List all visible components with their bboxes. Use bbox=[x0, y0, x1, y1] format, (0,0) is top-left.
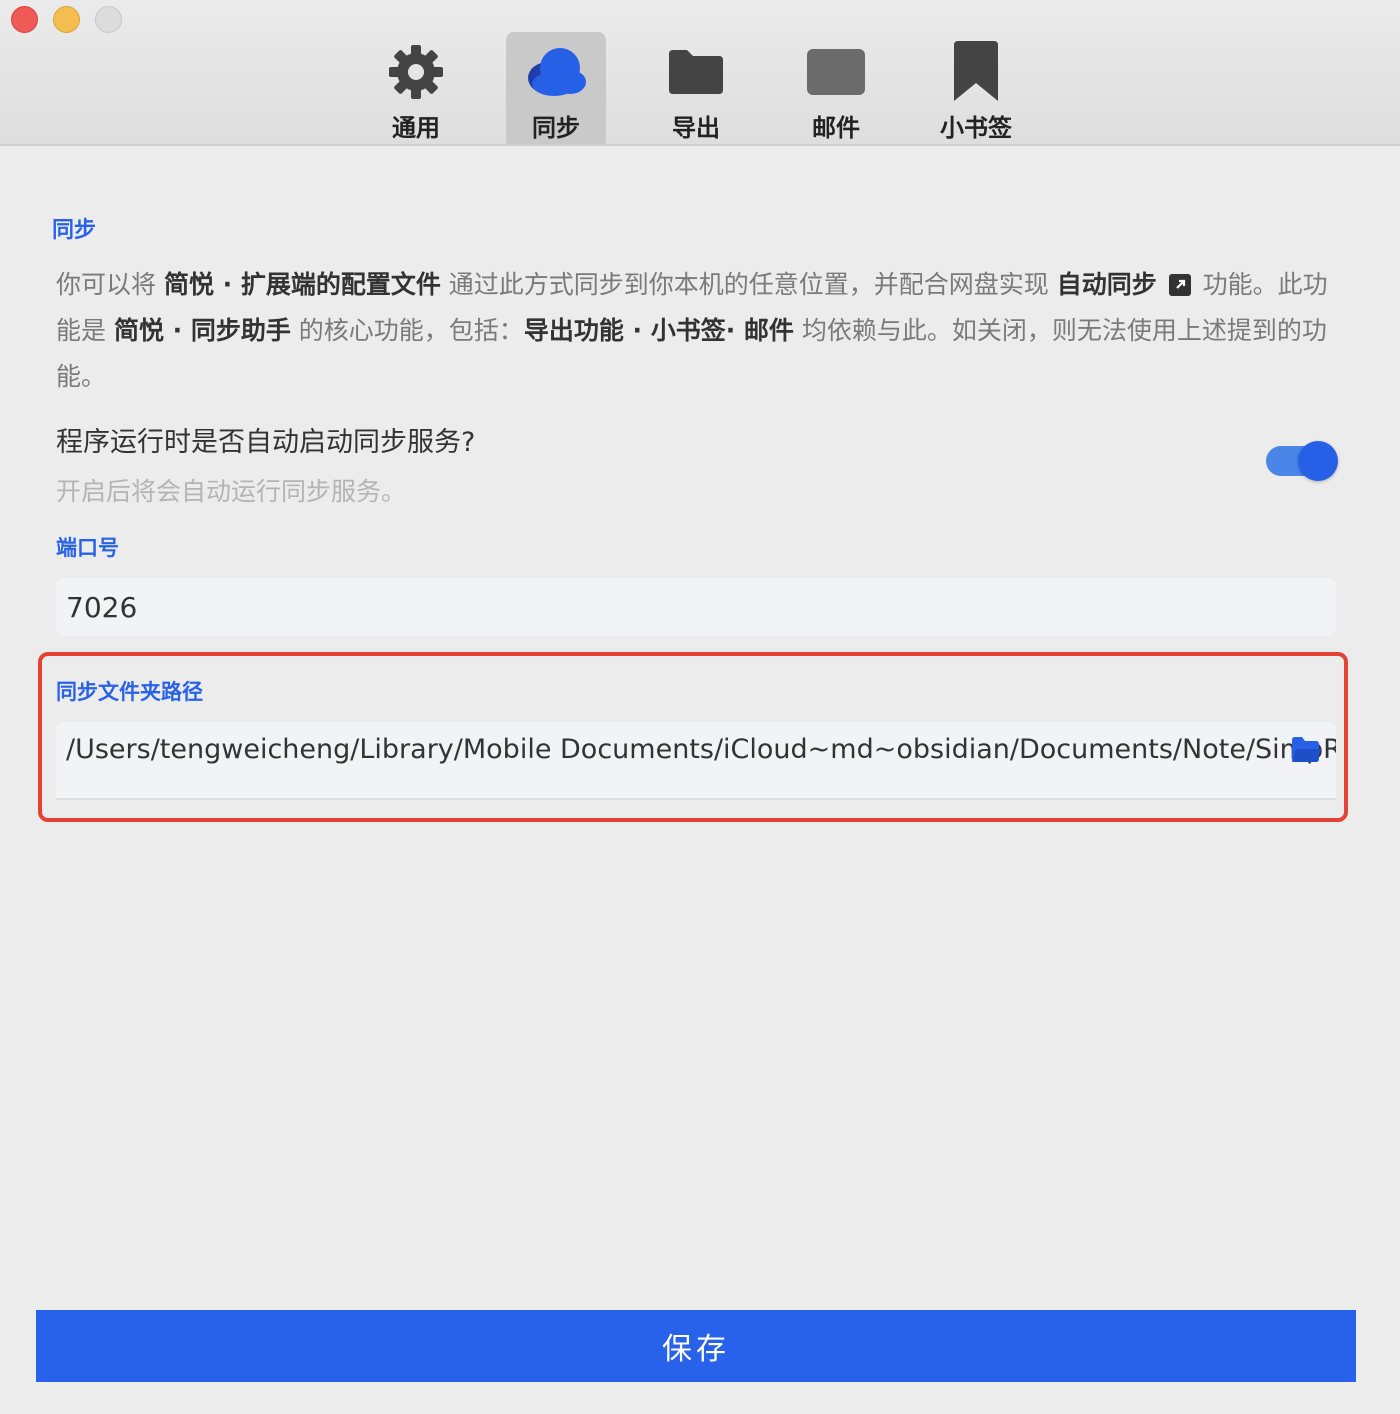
preferences-window: 通用 同步 导出 邮件 小书签 同步 你可以将 简悦 · 扩展端的配置文件 通过… bbox=[0, 0, 1400, 1414]
desc-bold: 自动同步 bbox=[1056, 270, 1157, 299]
desc-text: 通过此方式同步到你本机的任意位置，并配合网盘实现 bbox=[440, 270, 1057, 299]
sync-path-input[interactable]: /Users/tengweicheng/Library/Mobile Docum… bbox=[56, 722, 1336, 800]
autostart-question: 程序运行时是否自动启动同步服务? bbox=[56, 427, 476, 458]
tab-mail-label: 邮件 bbox=[812, 114, 860, 142]
desc-bold: 导出功能 · 小书签· 邮件 bbox=[523, 316, 794, 345]
cloud-icon bbox=[524, 40, 588, 104]
desc-text: 你可以将 bbox=[56, 270, 164, 299]
tab-sync-label: 同步 bbox=[532, 114, 580, 142]
tab-general[interactable]: 通用 bbox=[366, 32, 466, 144]
port-label: 端口号 bbox=[56, 536, 119, 560]
desc-text: 的核心功能，包括： bbox=[290, 316, 524, 345]
toolbar: 通用 同步 导出 邮件 小书签 bbox=[0, 0, 1400, 146]
bookmark-icon bbox=[944, 40, 1008, 104]
folder-icon bbox=[664, 40, 728, 104]
section-title: 同步 bbox=[52, 218, 97, 243]
autostart-toggle[interactable] bbox=[1266, 441, 1338, 481]
maximize-window-button[interactable] bbox=[95, 6, 122, 33]
toggle-knob bbox=[1298, 441, 1338, 481]
tab-export-label: 导出 bbox=[672, 114, 720, 142]
tab-general-label: 通用 bbox=[392, 114, 440, 142]
close-window-button[interactable] bbox=[11, 6, 38, 33]
gear-icon bbox=[384, 40, 448, 104]
port-value: 7026 bbox=[66, 590, 138, 624]
save-button[interactable]: 保存 bbox=[36, 1310, 1356, 1382]
open-folder-icon[interactable] bbox=[1290, 734, 1322, 764]
minimize-window-button[interactable] bbox=[53, 6, 80, 33]
sync-description: 你可以将 简悦 · 扩展端的配置文件 通过此方式同步到你本机的任意位置，并配合网… bbox=[56, 262, 1346, 400]
tab-bookmarklet-label: 小书签 bbox=[940, 114, 1012, 142]
autostart-hint: 开启后将会自动运行同步服务。 bbox=[56, 477, 407, 506]
tab-bookmarklet[interactable]: 小书签 bbox=[926, 32, 1026, 144]
port-input[interactable]: 7026 bbox=[56, 578, 1336, 636]
desc-bold: 简悦 · 同步助手 bbox=[113, 316, 291, 345]
mail-icon bbox=[804, 40, 868, 104]
tab-export[interactable]: 导出 bbox=[646, 32, 746, 144]
external-link-icon[interactable] bbox=[1168, 274, 1191, 296]
desc-bold: 简悦 · 扩展端的配置文件 bbox=[163, 270, 441, 299]
tab-mail[interactable]: 邮件 bbox=[786, 32, 886, 144]
path-label: 同步文件夹路径 bbox=[56, 680, 203, 704]
sync-path-value: /Users/tengweicheng/Library/Mobile Docum… bbox=[66, 734, 1336, 765]
tab-sync[interactable]: 同步 bbox=[506, 32, 606, 144]
